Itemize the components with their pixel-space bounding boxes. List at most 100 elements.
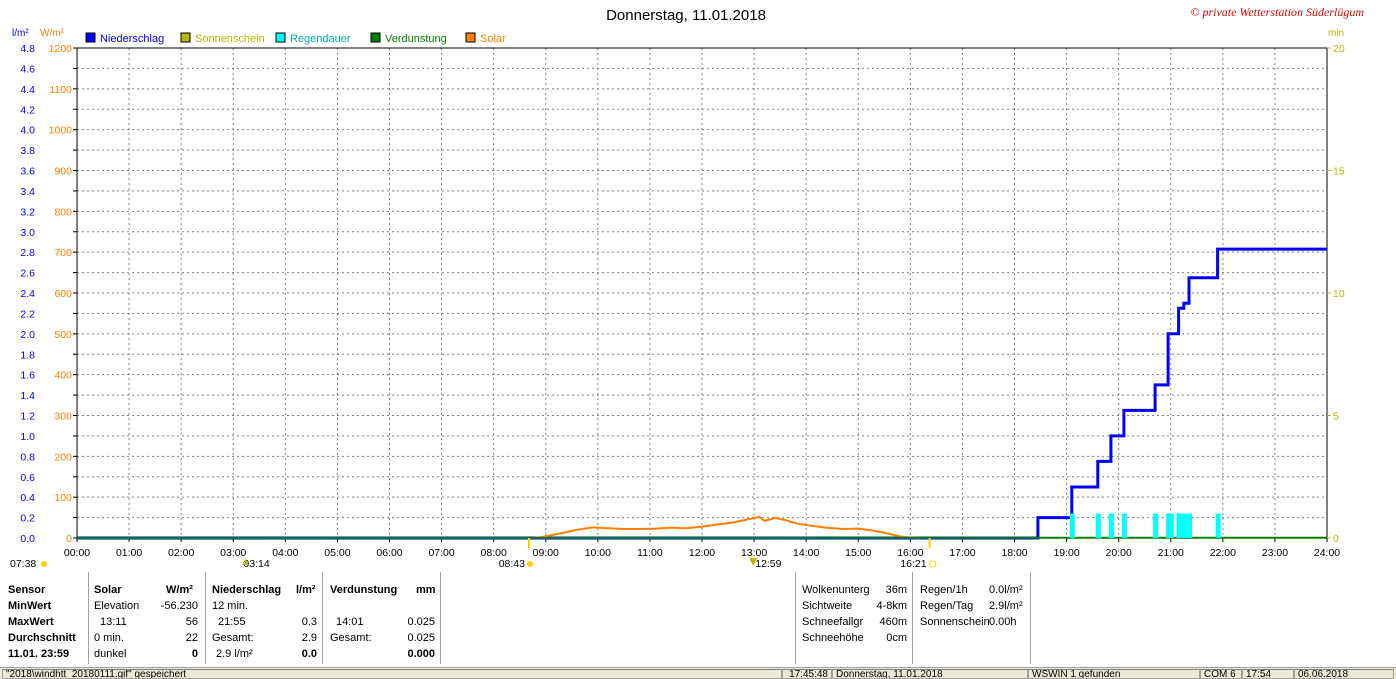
chart-grid — [77, 48, 1327, 538]
y-tick-label-precip: 2.4 — [20, 288, 35, 300]
y-tick-label-solar: 500 — [54, 329, 72, 341]
y-tick-label-precip: 4.8 — [20, 43, 35, 55]
snowline-value: 460m — [860, 616, 907, 628]
y-tick-label-solar: 1200 — [49, 43, 73, 55]
precip-header: Niederschlag — [212, 584, 281, 596]
solar-now-label: dunkel — [94, 648, 126, 660]
x-tick-label: 20:00 — [1106, 547, 1132, 559]
solar-avg-label: 0 min. — [94, 632, 124, 644]
x-tick-label: 12:00 — [689, 547, 715, 559]
bar-regendauer — [1096, 514, 1101, 539]
y-tick-label-solar: 200 — [54, 451, 72, 463]
legend-swatch — [371, 33, 380, 42]
left-unit-solar: W/m² — [40, 28, 65, 39]
precip-unit: l/m² — [296, 584, 316, 596]
chart-axes: 0.00.20.40.60.81.01.21.41.61.82.02.22.42… — [20, 43, 1344, 559]
y-tick-label-minutes: 0 — [1333, 533, 1339, 545]
right-unit-minutes: min — [1328, 28, 1344, 39]
solar-min-label: Elevation — [94, 600, 139, 612]
chart-title: Donnerstag, 11.01.2018 — [606, 7, 766, 24]
sunset-label: 16:21 — [900, 558, 926, 570]
x-tick-label: 24:00 — [1314, 547, 1340, 559]
left-unit-precip: l/m² — [12, 28, 29, 39]
sensor-row-max: MaxWert — [8, 616, 54, 628]
precip-now-value: 0.0 — [260, 648, 317, 660]
y-tick-label-precip: 1.6 — [20, 370, 35, 382]
solar-header: Solar — [94, 584, 122, 596]
evap-now-value: 0.000 — [370, 648, 435, 660]
y-tick-label-precip: 1.4 — [20, 390, 35, 402]
x-tick-label: 04:00 — [272, 547, 298, 559]
y-tick-label-solar: 0 — [66, 533, 72, 545]
precip-avg-label: Gesamt: — [212, 632, 254, 644]
y-tick-label-precip: 3.2 — [20, 206, 35, 218]
y-tick-label-precip: 4.4 — [20, 84, 35, 96]
sunrise-icon — [527, 561, 533, 567]
x-tick-label: 02:00 — [168, 547, 194, 559]
evap-avg-value: 0.025 — [370, 632, 435, 644]
solar-max-label: 13:11 — [100, 616, 127, 628]
y-tick-label-precip: 1.8 — [20, 349, 35, 361]
y-tick-label-precip: 2.8 — [20, 247, 35, 259]
x-tick-label: 01:00 — [116, 547, 142, 559]
solar-max-value: 56 — [140, 616, 198, 628]
evap-header: Verdunstung — [330, 584, 397, 596]
snowline-label: Schneefallgr — [802, 616, 863, 628]
legend-swatch — [181, 33, 190, 42]
y-tick-label-precip: 0.8 — [20, 451, 35, 463]
precip-now-label: 2.9 l/m² — [216, 648, 253, 660]
solar-now-value: 0 — [140, 648, 198, 660]
y-tick-label-solar: 100 — [54, 492, 72, 504]
chart-legend: NiederschlagSonnenscheinRegendauerVerdun… — [86, 33, 506, 45]
solar-min-value: -56.230 — [140, 600, 198, 612]
rain-hour-value: 0.0l/m² — [989, 584, 1023, 596]
y-tick-label-solar: 800 — [54, 206, 72, 218]
y-tick-label-precip: 0.4 — [20, 492, 35, 504]
bar-regendauer — [1216, 514, 1221, 539]
legend-swatch — [466, 33, 475, 42]
y-tick-label-precip: 2.6 — [20, 268, 35, 280]
x-tick-label: 06:00 — [376, 547, 402, 559]
y-tick-label-precip: 3.0 — [20, 227, 35, 239]
bar-regendauer — [1122, 514, 1127, 539]
x-tick-label: 10:00 — [585, 547, 611, 559]
legend-label: Sonnenschein — [195, 33, 265, 45]
legend-label: Regendauer — [290, 33, 351, 45]
sunshine-value: 0.00h — [989, 616, 1017, 628]
sensor-header: Sensor — [8, 584, 45, 596]
snow-depth-value: 0cm — [860, 632, 907, 644]
bar-regendauer — [1187, 514, 1192, 539]
solar-avg-value: 22 — [140, 632, 198, 644]
y-tick-label-precip: 4.2 — [20, 104, 35, 116]
x-tick-label: 15:00 — [845, 547, 871, 559]
x-tick-label: 14:00 — [793, 547, 819, 559]
sunshine-label: Sonnenschein — [920, 616, 990, 628]
x-tick-label: 22:00 — [1210, 547, 1236, 559]
y-tick-label-solar: 700 — [54, 247, 72, 259]
y-tick-label-minutes: 5 — [1333, 411, 1339, 423]
y-tick-label-solar: 400 — [54, 370, 72, 382]
evap-max-value: 0.025 — [370, 616, 435, 628]
sensor-row-now: 11.01. 23:59 — [8, 648, 69, 660]
y-tick-label-precip: 0.0 — [20, 533, 35, 545]
y-tick-label-solar: 600 — [54, 288, 72, 300]
y-tick-label-solar: 300 — [54, 411, 72, 423]
rain-day-label: Regen/Tag — [920, 600, 973, 612]
y-tick-label-precip: 0.2 — [20, 513, 35, 525]
y-tick-label-solar: 1100 — [49, 84, 72, 96]
bar-regendauer — [1182, 514, 1187, 539]
y-tick-label-minutes: 10 — [1333, 288, 1345, 300]
sunset-icon — [930, 561, 936, 567]
x-tick-label: 00:00 — [64, 547, 90, 559]
x-tick-label: 07:00 — [428, 547, 454, 559]
precip-min-label: 12 min. — [212, 600, 248, 612]
bar-regendauer — [1153, 514, 1158, 539]
y-tick-label-precip: 4.0 — [20, 125, 35, 137]
rain-day-value: 2.9l/m² — [989, 600, 1023, 612]
y-tick-label-precip: 3.6 — [20, 166, 35, 178]
x-tick-label: 11:00 — [637, 547, 663, 559]
legend-label: Solar — [480, 33, 506, 45]
y-tick-label-precip: 2.0 — [20, 329, 35, 341]
sun-dot-icon — [41, 561, 47, 567]
evap-unit: mm — [416, 584, 436, 596]
